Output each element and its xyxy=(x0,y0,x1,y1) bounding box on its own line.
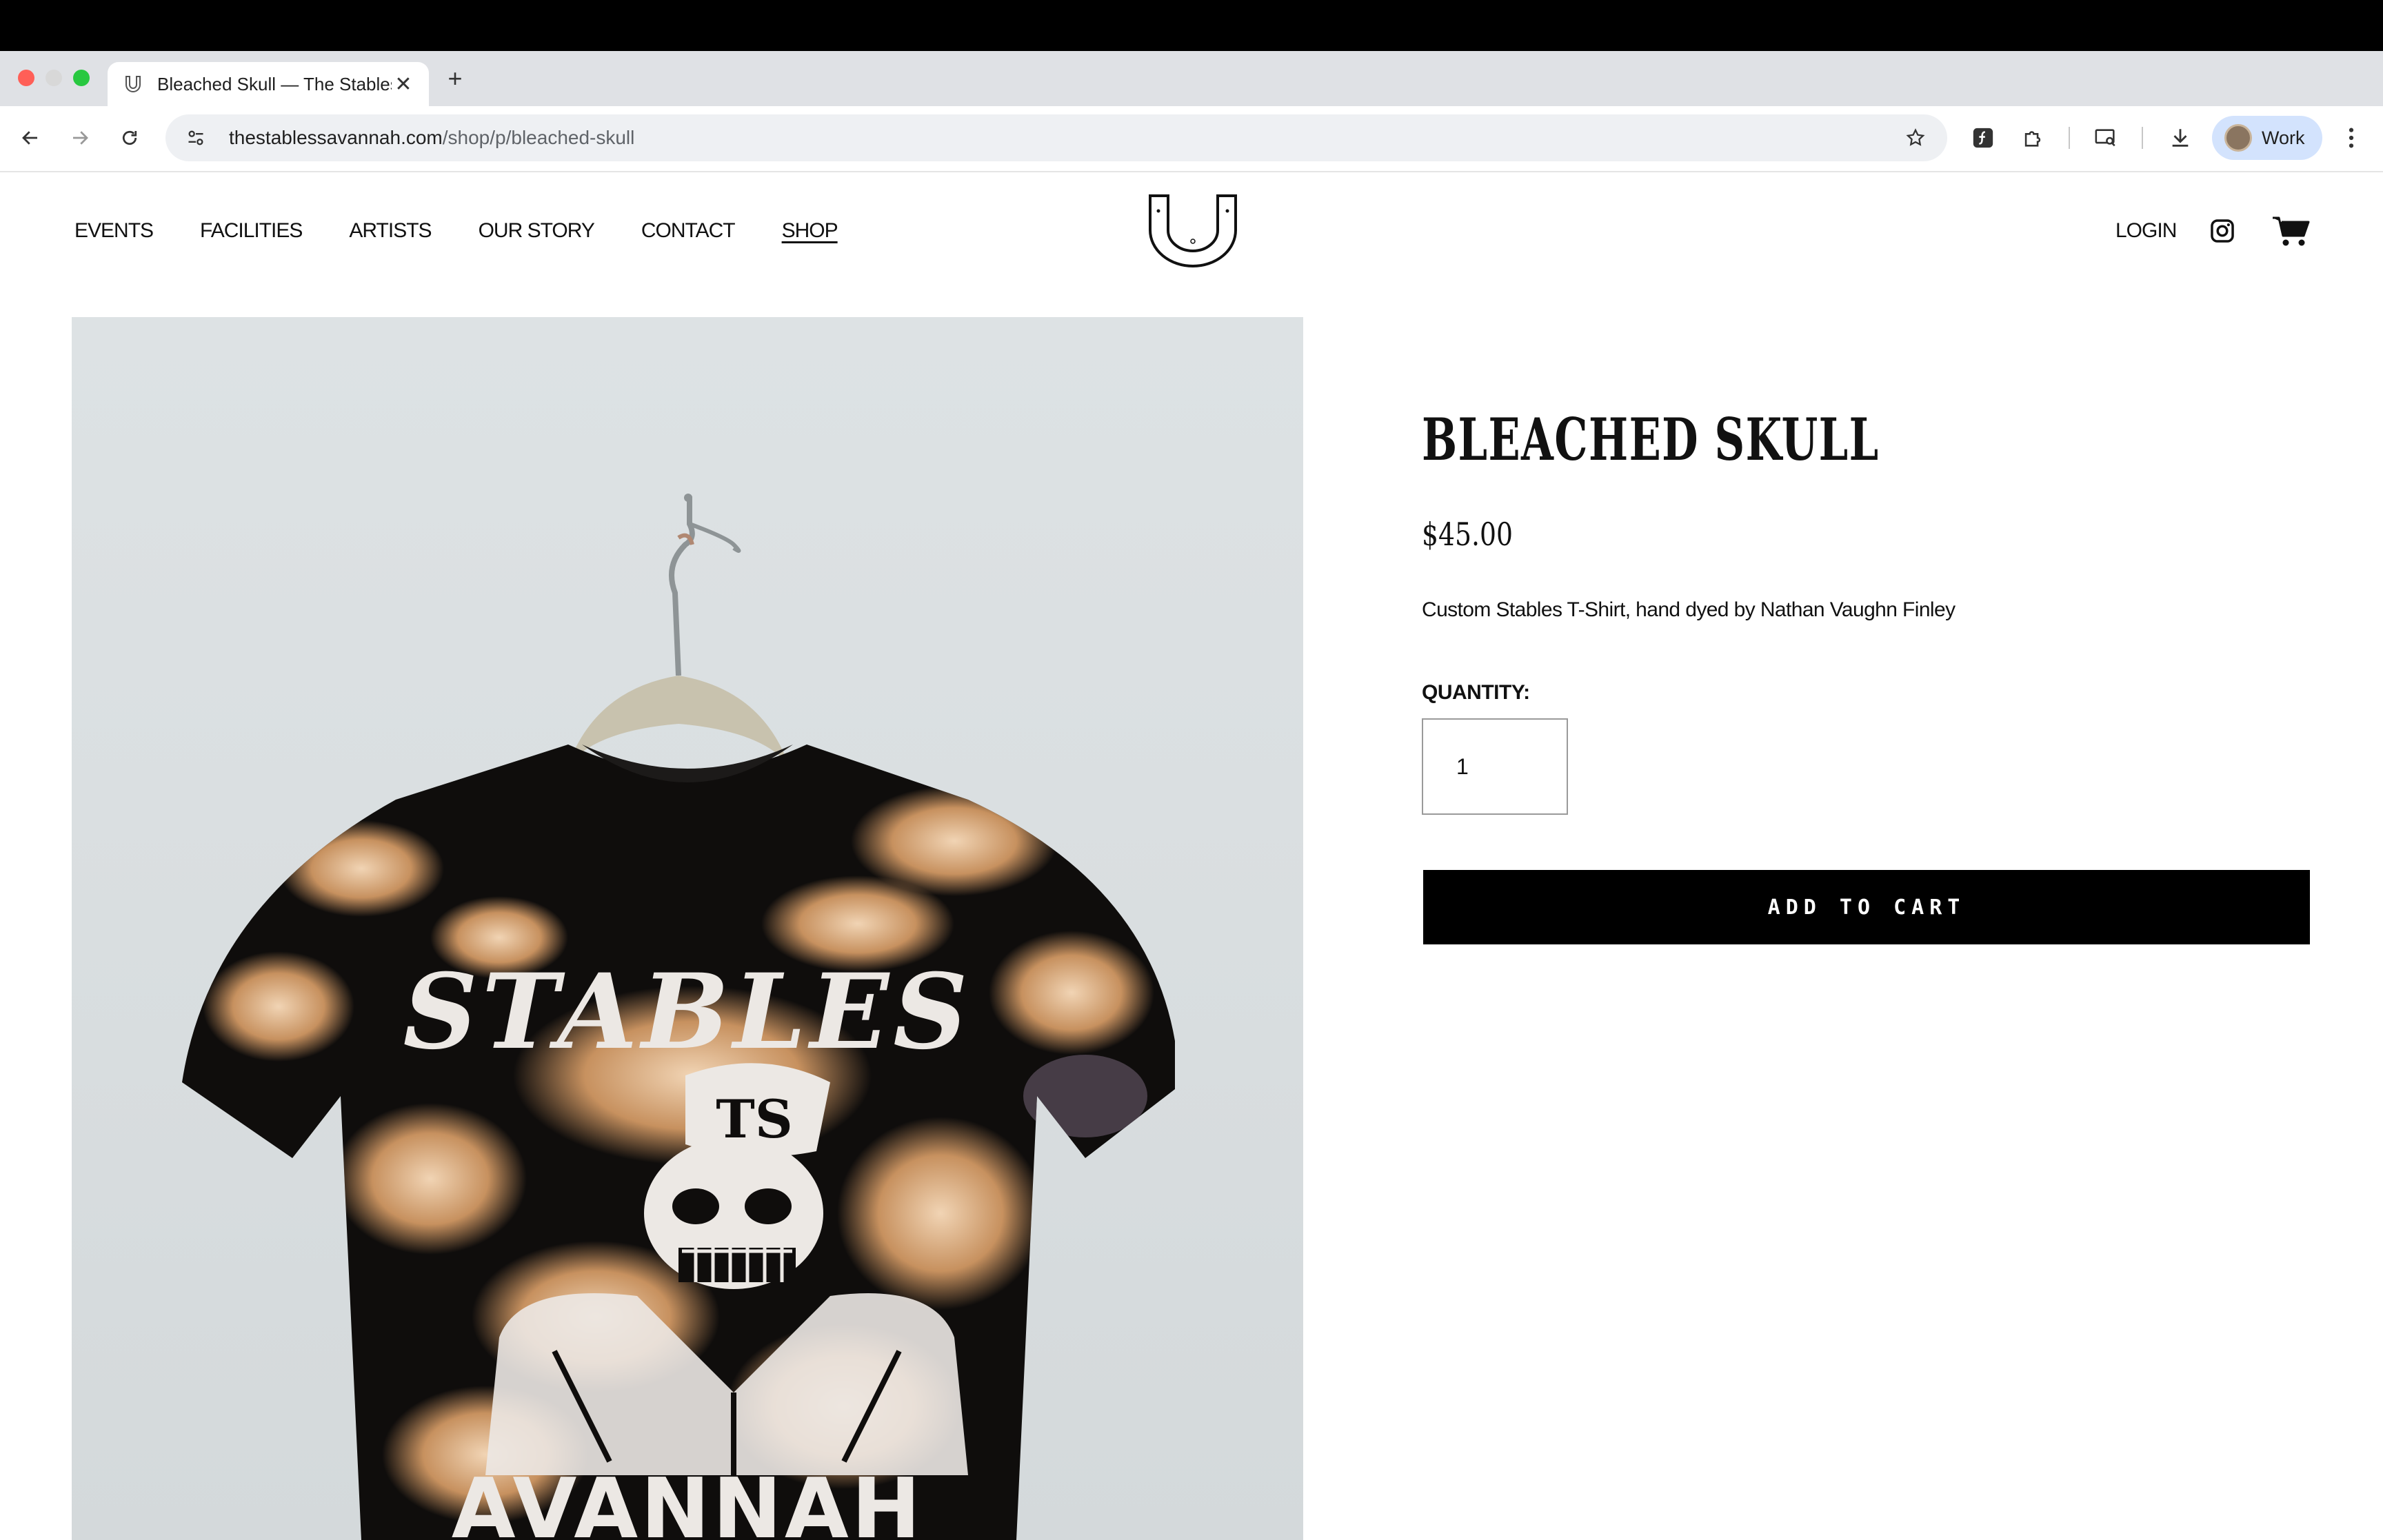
puzzle-icon[interactable] xyxy=(2016,121,2049,154)
site-nav: EVENTS FACILITIES ARTISTS OUR STORY CONT… xyxy=(74,219,885,243)
product-price: $45.00 xyxy=(1422,516,1513,553)
profile-label: Work xyxy=(2262,127,2305,148)
nav-artists[interactable]: ARTISTS xyxy=(349,219,432,243)
url-domain: thestablessavannah.com xyxy=(229,127,443,148)
avatar xyxy=(2224,124,2252,152)
profile-button[interactable]: Work xyxy=(2212,116,2322,160)
instagram-icon[interactable] xyxy=(2209,218,2235,244)
toolbar-divider xyxy=(2142,127,2143,149)
download-icon[interactable] xyxy=(2164,121,2197,154)
extension-script-icon[interactable] xyxy=(1967,121,2000,154)
tune-icon[interactable] xyxy=(182,124,210,152)
nav-shop[interactable]: SHOP xyxy=(782,219,838,243)
address-bar[interactable]: thestablessavannah.com/shop/p/bleached-s… xyxy=(165,114,1947,161)
nav-events[interactable]: EVENTS xyxy=(74,219,154,243)
minimize-window-button[interactable] xyxy=(46,70,62,86)
nav-our-story[interactable]: OUR STORY xyxy=(479,219,595,243)
product-description: Custom Stables T-Shirt, hand dyed by Nat… xyxy=(1422,598,1955,621)
reload-icon[interactable] xyxy=(113,121,146,154)
shirt-print-top: STABLES xyxy=(403,951,972,1073)
quantity-input[interactable] xyxy=(1422,718,1568,815)
star-icon[interactable] xyxy=(1902,124,1929,152)
kebab-icon[interactable] xyxy=(2337,121,2365,154)
nav-facilities[interactable]: FACILITIES xyxy=(200,219,303,243)
product-title: BLEACHED SKULL xyxy=(1422,405,1880,474)
nav-contact[interactable]: CONTACT xyxy=(641,219,736,243)
cart-icon[interactable] xyxy=(2273,215,2310,247)
forward-icon[interactable] xyxy=(63,121,97,154)
browser-tab[interactable]: Bleached Skull — The Stables ✕ xyxy=(108,62,429,106)
shirt-print-bottom: AVANNAH xyxy=(452,1461,923,1540)
maximize-window-button[interactable] xyxy=(73,70,90,86)
tab-title: Bleached Skull — The Stables xyxy=(157,73,392,94)
cast-search-icon[interactable] xyxy=(2089,121,2122,154)
os-top-bar xyxy=(0,0,2383,51)
back-icon[interactable] xyxy=(14,121,47,154)
url-path: /shop/p/bleached-skull xyxy=(442,127,635,148)
login-link[interactable]: LOGIN xyxy=(2115,219,2177,243)
toolbar-divider xyxy=(2069,127,2070,149)
quantity-label: QUANTITY: xyxy=(1422,681,1530,704)
close-window-button[interactable] xyxy=(18,70,34,86)
close-icon[interactable]: ✕ xyxy=(392,72,415,97)
add-to-cart-button[interactable]: ADD TO CART xyxy=(1423,870,2310,944)
new-tab-button[interactable]: + xyxy=(441,64,469,92)
stables-horseshoe-logo[interactable] xyxy=(1145,192,1241,269)
product-image[interactable]: STABLES TS AVANNAH xyxy=(72,317,1303,1540)
horseshoe-favicon-icon xyxy=(121,72,145,96)
